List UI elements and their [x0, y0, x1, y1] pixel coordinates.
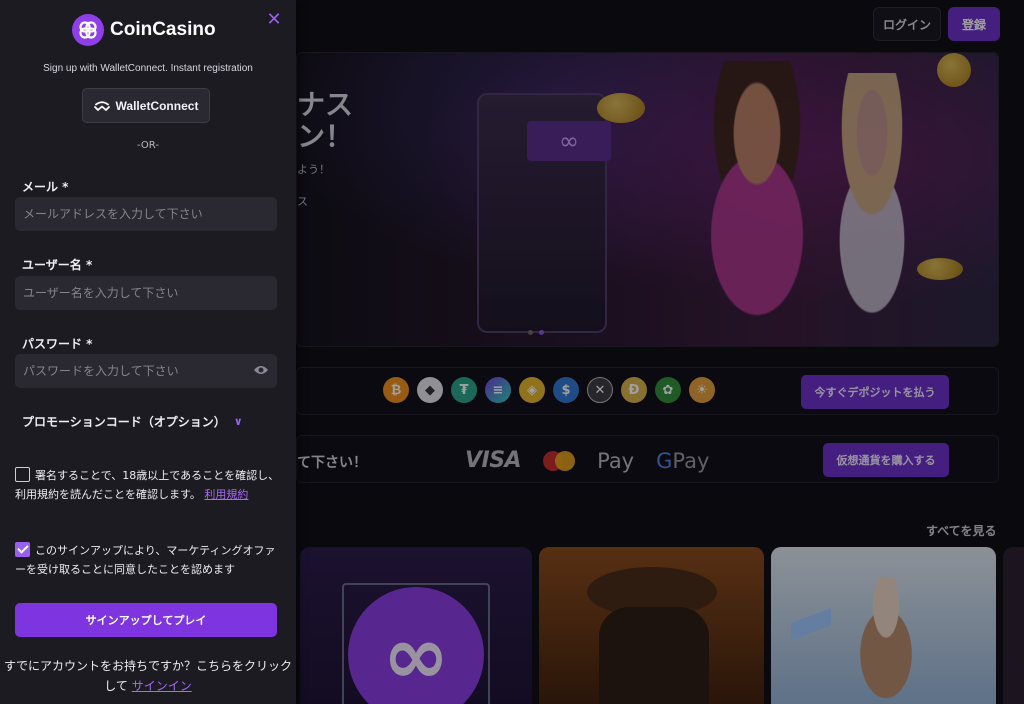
- marketing-text: このサインアップにより、マーケティングオファーを受け取ることに同意したことを認め…: [15, 544, 276, 576]
- carousel-dot[interactable]: [528, 330, 533, 335]
- payment-text: て下さい！: [297, 455, 367, 471]
- password-field[interactable]: [15, 354, 277, 388]
- walletconnect-button[interactable]: WalletConnect: [82, 88, 210, 123]
- email-label: メール *: [22, 180, 69, 194]
- game-card[interactable]: [1003, 547, 1024, 704]
- signup-submit-button[interactable]: サインアップしてプレイ: [15, 603, 277, 637]
- signin-link[interactable]: サインイン: [132, 679, 192, 693]
- xrp-icon: ✕: [587, 377, 613, 403]
- hero-subtext: ス: [297, 195, 308, 208]
- login-button[interactable]: ログイン: [873, 7, 941, 41]
- see-all-link[interactable]: すべてを見る: [926, 522, 996, 539]
- bitcoin-icon: ₿: [383, 377, 409, 403]
- payment-methods-bar: て下さい！ VISA Pay GPay 仮想通貨を購入する: [296, 435, 999, 483]
- promo-code-label: プロモーションコード（オプション）: [22, 415, 226, 429]
- coin-icon: [597, 93, 645, 123]
- username-field[interactable]: [15, 276, 277, 310]
- hero-headline: ン！: [297, 120, 354, 153]
- username-label: ユーザー名 *: [22, 258, 93, 272]
- eye-icon[interactable]: [253, 364, 271, 378]
- marketing-checkbox-row: このサインアップにより、マーケティングオファーを受け取ることに同意したことを認め…: [15, 541, 280, 579]
- coin-icon: [937, 53, 971, 87]
- terms-checkbox[interactable]: [15, 467, 30, 482]
- bnb-icon: ◈: [519, 377, 545, 403]
- close-icon[interactable]: ✕: [265, 11, 283, 29]
- marketing-checkbox[interactable]: [15, 542, 30, 557]
- usdc-icon: $: [553, 377, 579, 403]
- carousel-dot[interactable]: [539, 330, 544, 335]
- hero-banner[interactable]: ∞ ナス ン！ よう！ ス: [296, 52, 999, 347]
- email-field[interactable]: [15, 197, 277, 231]
- apple-pay-logo: Pay: [597, 448, 635, 473]
- carousel-dots: [528, 330, 544, 335]
- game-card[interactable]: [539, 547, 764, 704]
- hero-subtext: よう！: [297, 163, 330, 176]
- brand-name: CoinCasino: [110, 19, 216, 40]
- crypto-icons: ₿ ◆ ₮ ≡ ◈ $ ✕ Ð ✿ ☀: [383, 377, 715, 403]
- payment-logos: VISA Pay GPay: [465, 448, 709, 473]
- game-card[interactable]: ∞: [300, 547, 532, 704]
- chevron-down-icon: ∨: [233, 415, 243, 428]
- deposit-button[interactable]: 今すぐデポジットを払う: [801, 375, 949, 409]
- brand: CoinCasino: [72, 14, 216, 46]
- coin-icon: [917, 258, 963, 280]
- ethereum-icon: ◆: [417, 377, 443, 403]
- coincasino-logo-icon: [72, 14, 104, 46]
- signup-panel: CoinCasino ✕ Sign up with WalletConnect.…: [0, 0, 296, 704]
- slot-logo-icon: ∞: [527, 121, 611, 161]
- visa-logo: VISA: [465, 448, 522, 473]
- terms-checkbox-row: 署名することで、18歳以上であることを確認し、利用規約を読んだことを確認します。…: [15, 466, 280, 504]
- signup-subtitle: Sign up with WalletConnect. Instant regi…: [43, 63, 253, 74]
- password-label: パスワード *: [22, 337, 93, 351]
- dogecoin-icon: Ð: [621, 377, 647, 403]
- signin-prompt: すでにアカウントをお持ちですか？こちらをクリックして サインイン: [0, 656, 296, 696]
- shiba-icon: ☀: [689, 377, 715, 403]
- tether-icon: ₮: [451, 377, 477, 403]
- google-pay-logo: GPay: [656, 448, 710, 473]
- game-card[interactable]: [771, 547, 996, 704]
- promo-code-toggle[interactable]: プロモーションコード（オプション） ∨: [22, 413, 243, 430]
- crypto-deposit-bar: ₿ ◆ ₮ ≡ ◈ $ ✕ Ð ✿ ☀ 今すぐデポジットを払う: [296, 367, 999, 415]
- hero-figure-image: [797, 73, 947, 343]
- solana-icon: ≡: [485, 377, 511, 403]
- register-button[interactable]: 登録: [948, 7, 1000, 41]
- terms-link[interactable]: 利用規約: [204, 488, 248, 501]
- or-divider: -OR-: [137, 140, 159, 151]
- walletconnect-label: WalletConnect: [115, 98, 199, 113]
- mastercard-logo: [543, 450, 576, 471]
- walletconnect-icon: [93, 100, 110, 111]
- buy-crypto-button[interactable]: 仮想通貨を購入する: [823, 443, 949, 477]
- rose-icon: ✿: [655, 377, 681, 403]
